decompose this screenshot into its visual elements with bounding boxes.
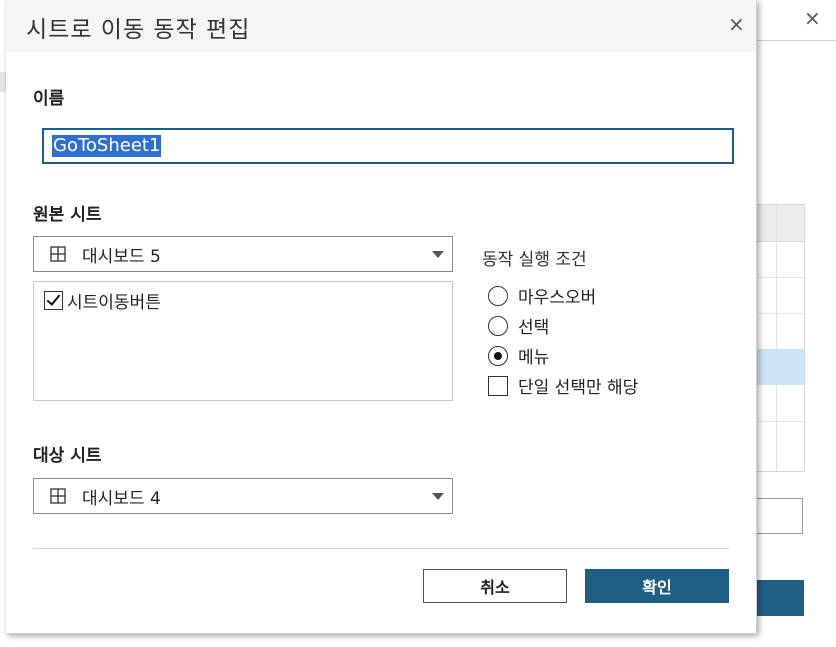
source-sheet-selected: 대시보드 5 — [82, 246, 161, 267]
source-sheet-label: 원본 시트 — [33, 205, 102, 225]
ok-button[interactable]: 확인 — [585, 569, 729, 603]
background-table-header — [756, 205, 804, 242]
background-close-icon[interactable]: × — [804, 6, 821, 30]
target-sheet-selected: 대시보드 4 — [82, 488, 161, 509]
target-sheet-label: 대상 시트 — [33, 446, 102, 466]
select-radio[interactable] — [488, 315, 508, 336]
source-sheet-item-label: 시트이동버튼 — [67, 293, 161, 313]
name-label: 이름 — [33, 89, 65, 109]
background-table — [756, 204, 805, 472]
hover-radio[interactable] — [488, 285, 508, 306]
source-sheet-list: 시트이동버튼 — [33, 281, 453, 401]
action-name-input[interactable]: GoToSheet1 — [42, 128, 734, 164]
dialog-title: 시트로 이동 동작 편집 — [26, 17, 251, 43]
source-sheet-item-goto-button[interactable]: 시트이동버튼 — [44, 288, 161, 313]
single-select-only-option[interactable]: 단일 선택만 해당 — [488, 373, 638, 398]
background-input — [756, 498, 803, 534]
menu-radio[interactable] — [488, 345, 508, 366]
close-icon[interactable]: × — [728, 12, 745, 36]
dashboard-grid-icon — [50, 246, 66, 262]
run-action-on-label: 동작 실행 조건 — [482, 250, 587, 270]
cancel-button[interactable]: 취소 — [423, 569, 567, 603]
single-select-label: 단일 선택만 해당 — [518, 378, 639, 398]
run-on-menu-option[interactable]: 메뉴 — [488, 343, 549, 368]
target-sheet-dropdown[interactable]: 대시보드 4 — [33, 478, 453, 514]
edit-go-to-sheet-action-dialog: 시트로 이동 동작 편집 × 이름 GoToSheet1 원본 시트 대시보드 … — [6, 0, 757, 634]
chevron-down-icon — [432, 493, 444, 500]
menu-option-label: 메뉴 — [518, 348, 550, 368]
footer-divider — [33, 548, 729, 549]
source-sheet-checkbox[interactable] — [44, 291, 63, 310]
background-table-column-line — [776, 205, 777, 471]
select-option-label: 선택 — [518, 318, 550, 338]
background-table-row-line — [756, 313, 804, 314]
background-divider — [756, 40, 836, 41]
dialog-titlebar: 시트로 이동 동작 편집 × — [6, 0, 756, 52]
chevron-down-icon — [432, 251, 444, 258]
single-select-checkbox[interactable] — [488, 375, 508, 396]
run-on-select-option[interactable]: 선택 — [488, 313, 549, 338]
action-name-value: GoToSheet1 — [52, 135, 162, 157]
background-table-row-line — [756, 421, 804, 422]
background-button — [756, 580, 804, 616]
source-sheet-dropdown[interactable]: 대시보드 5 — [33, 236, 453, 272]
hover-option-label: 마우스오버 — [518, 288, 597, 308]
background-table-row-line — [756, 277, 804, 278]
background-table-selected-row — [756, 349, 804, 385]
dashboard-grid-icon — [50, 488, 66, 504]
run-on-hover-option[interactable]: 마우스오버 — [488, 283, 596, 308]
